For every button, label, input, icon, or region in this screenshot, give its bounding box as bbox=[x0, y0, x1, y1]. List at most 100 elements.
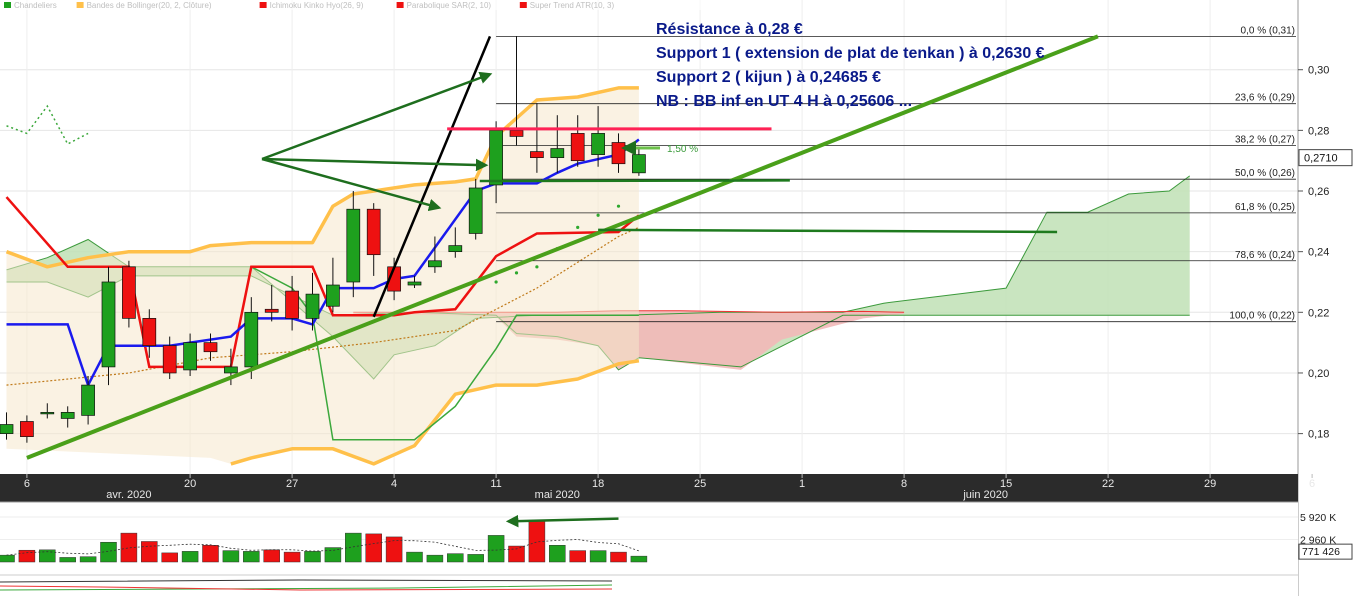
volume-bar-up bbox=[79, 556, 97, 563]
y-tick-label: 0,24 bbox=[1308, 247, 1329, 259]
volume-bar-up bbox=[0, 554, 15, 563]
volume-bar-down bbox=[263, 549, 280, 563]
ichimoku-candlestick-chart[interactable]: 0,0 % (0,31) 23,6 % (0,29) 38,2 % (0,27) 50… bbox=[0, 0, 1354, 596]
x-day-label: 25 bbox=[694, 478, 706, 490]
candle-up bbox=[448, 245, 463, 253]
volume-bar-up bbox=[59, 557, 76, 563]
candle-up bbox=[40, 412, 55, 415]
y-tick-label: 0,30 bbox=[1308, 65, 1329, 77]
volume-bar-down bbox=[610, 551, 627, 563]
fib-label: 61,8 % (0,25) bbox=[1235, 202, 1295, 213]
candle-down bbox=[142, 318, 157, 347]
volume-bar-down bbox=[365, 533, 382, 563]
legend-swatch bbox=[519, 2, 527, 8]
fib-label: 50,0 % (0,26) bbox=[1235, 168, 1295, 179]
volume-bar-up bbox=[467, 554, 484, 563]
sar-dot bbox=[514, 271, 519, 275]
x-month-label: mai 2020 bbox=[535, 489, 580, 501]
candle-up bbox=[326, 284, 340, 307]
candle-up bbox=[468, 187, 483, 234]
fib-label: 23,6 % (0,29) bbox=[1235, 93, 1295, 104]
x-day-label: 27 bbox=[286, 478, 298, 490]
candle-down bbox=[162, 345, 177, 374]
sar-dot bbox=[616, 204, 621, 208]
candle-down bbox=[264, 308, 279, 313]
candle-down bbox=[509, 130, 524, 137]
volume-bar-up bbox=[243, 551, 260, 563]
candle-up bbox=[591, 133, 605, 155]
y-tick-label: 0,22 bbox=[1308, 307, 1329, 319]
x-day-label: 11 bbox=[490, 478, 501, 490]
y-tick-label: 0,26 bbox=[1308, 186, 1329, 198]
y-tick-label: 0,28 bbox=[1308, 125, 1329, 137]
volume-bar-up bbox=[589, 550, 607, 563]
volume-bar-up bbox=[181, 551, 199, 563]
candle-up bbox=[489, 130, 503, 186]
fib-label: 0,0 % (0,31) bbox=[1241, 25, 1295, 36]
candle-up bbox=[632, 154, 646, 174]
x-day-label: 8 bbox=[901, 478, 907, 490]
volume-bar-down bbox=[141, 541, 158, 563]
x-day-label: 29 bbox=[1204, 478, 1216, 490]
legend-label: Parabolique SAR(2, 10) bbox=[407, 1, 492, 10]
candle-down bbox=[285, 290, 299, 319]
candle-up bbox=[346, 208, 361, 283]
legend-swatch bbox=[396, 2, 404, 8]
sar-dot bbox=[535, 265, 539, 269]
sar-dot bbox=[494, 280, 498, 284]
chart-app: 0,0 % (0,31) 23,6 % (0,29) 38,2 % (0,27) 50… bbox=[0, 0, 1354, 596]
volume-panel: 5 920 K2 960 K771 426 bbox=[0, 501, 1353, 596]
y-tick-label: 0,20 bbox=[1308, 368, 1329, 380]
x-day-label: 6 bbox=[24, 478, 30, 490]
volume-bar-up bbox=[487, 535, 505, 563]
x-day-label: 1 bbox=[799, 478, 805, 490]
candle-up bbox=[428, 260, 442, 268]
volume-bar-up bbox=[222, 550, 240, 563]
sar-dot bbox=[576, 225, 580, 230]
annotation-resistance: Résistance à 0,28 € bbox=[656, 21, 803, 38]
candle-down bbox=[530, 151, 544, 159]
candle-down bbox=[203, 342, 218, 353]
volume-bar-up bbox=[426, 554, 444, 563]
volume-bar-up bbox=[630, 555, 648, 563]
candle-up bbox=[407, 281, 422, 286]
fib-label: 38,2 % (0,27) bbox=[1235, 135, 1295, 146]
volume-current-label: 771 426 bbox=[1302, 546, 1340, 558]
x-day-label: 6 bbox=[1309, 478, 1315, 490]
x-day-label: 22 bbox=[1102, 478, 1114, 490]
candle-down bbox=[122, 266, 136, 319]
x-day-label: 4 bbox=[391, 478, 397, 490]
x-month-label: juin 2020 bbox=[962, 489, 1008, 501]
legend-swatch bbox=[76, 2, 84, 8]
current-price-label: 0,2710 bbox=[1304, 153, 1338, 165]
volume-tick-label: 5 920 K bbox=[1300, 512, 1336, 524]
candle-up bbox=[224, 366, 238, 374]
sar-dot bbox=[596, 213, 600, 217]
candle-up bbox=[550, 148, 565, 159]
x-month-label: avr. 2020 bbox=[106, 489, 151, 501]
support-1-line bbox=[479, 179, 790, 183]
legend-label: Super Trend ATR(10, 3) bbox=[530, 1, 615, 10]
x-day-label: 20 bbox=[184, 478, 196, 490]
volume-bar-down bbox=[18, 549, 36, 563]
y-axis-background bbox=[1299, 0, 1354, 596]
volume-bar-down bbox=[508, 545, 525, 563]
candle-down bbox=[20, 421, 34, 437]
candle-up bbox=[60, 412, 75, 419]
annotation-support-1: Support 1 ( extension de plat de tenkan … bbox=[656, 45, 1045, 62]
fib-label: 78,6 % (0,24) bbox=[1235, 250, 1295, 261]
candle-down bbox=[570, 133, 585, 162]
annotation-support-2: Support 2 ( kijun ) à 0,24685 € bbox=[656, 69, 881, 86]
volume-bar-up bbox=[345, 532, 362, 563]
candle-up bbox=[81, 384, 95, 416]
volume-bar-up bbox=[549, 545, 566, 563]
legend-swatch bbox=[259, 2, 267, 8]
candle-down bbox=[366, 208, 381, 256]
candle-up bbox=[244, 311, 259, 368]
volume-bar-up bbox=[406, 551, 423, 563]
x-day-label: 18 bbox=[592, 478, 604, 490]
volume-bar-down bbox=[569, 550, 586, 563]
volume-bar-down bbox=[283, 551, 301, 563]
volume-bar-down bbox=[202, 545, 219, 563]
volume-bar-down bbox=[161, 552, 178, 563]
